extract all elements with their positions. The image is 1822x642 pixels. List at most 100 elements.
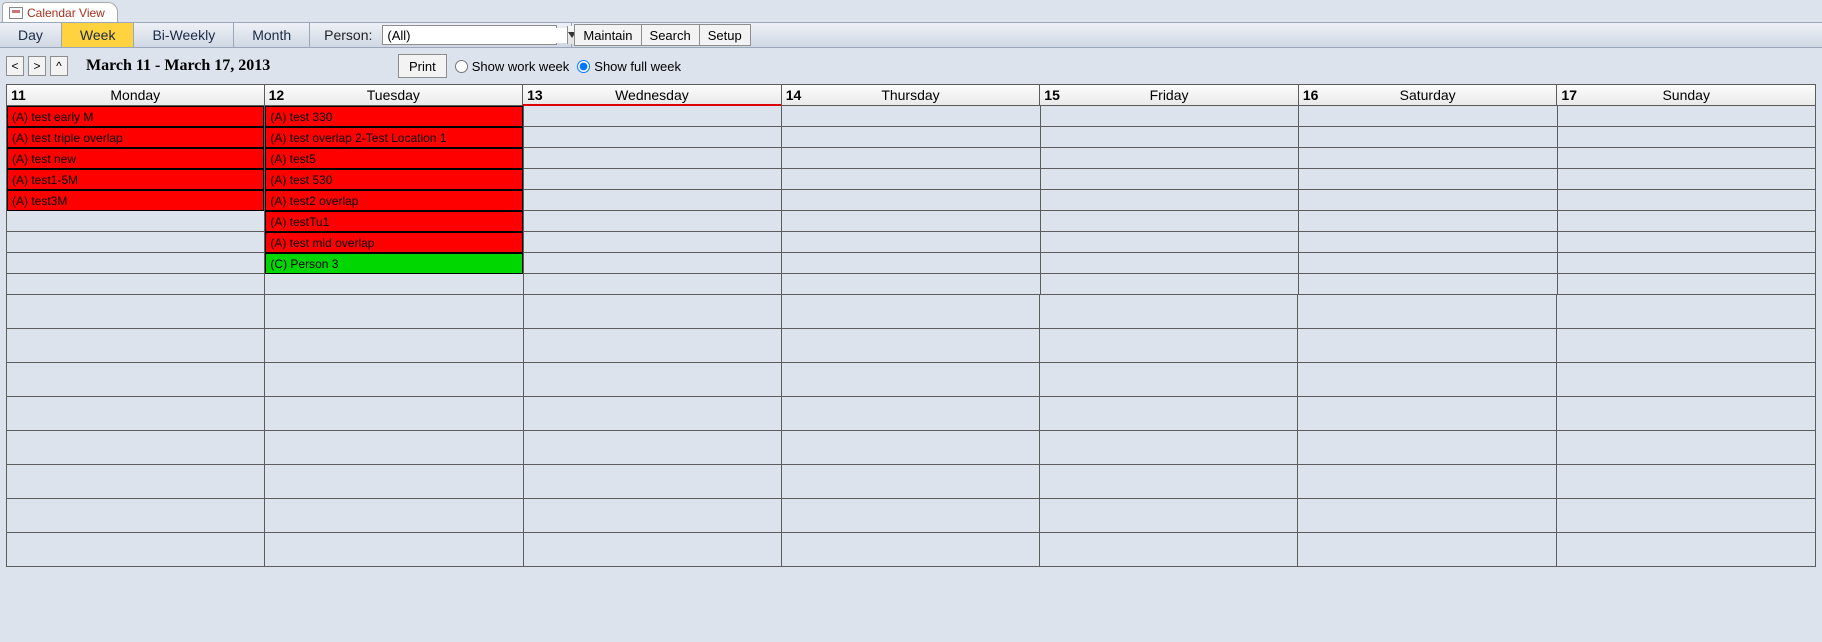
calendar-lower-cell[interactable] (7, 329, 265, 362)
calendar-lower-cell[interactable] (524, 499, 782, 532)
calendar-lower-cell[interactable] (782, 499, 1040, 532)
calendar-slot[interactable] (1299, 106, 1556, 127)
calendar-slot[interactable] (782, 106, 1039, 127)
calendar-lower-cell[interactable] (1298, 397, 1556, 430)
calendar-event[interactable]: (A) test3M (7, 190, 264, 211)
prev-week-button[interactable]: < (6, 56, 24, 76)
calendar-lower-cell[interactable] (1040, 499, 1298, 532)
calendar-slot[interactable] (782, 148, 1039, 169)
calendar-slot[interactable] (524, 190, 781, 211)
calendar-lower-cell[interactable] (1040, 295, 1298, 328)
calendar-event[interactable]: (A) test mid overlap (265, 232, 522, 253)
calendar-slot[interactable] (782, 253, 1039, 274)
calendar-slot[interactable] (7, 232, 264, 253)
calendar-lower-cell[interactable] (7, 295, 265, 328)
work-week-radio[interactable]: Show work week (455, 59, 570, 74)
calendar-slot[interactable] (524, 232, 781, 253)
calendar-lower-cell[interactable] (524, 329, 782, 362)
calendar-lower-cell[interactable] (524, 363, 782, 396)
calendar-slot[interactable] (782, 190, 1039, 211)
calendar-lower-cell[interactable] (1557, 363, 1815, 396)
setup-button[interactable]: Setup (699, 24, 751, 46)
calendar-lower-cell[interactable] (524, 465, 782, 498)
calendar-lower-cell[interactable] (1040, 329, 1298, 362)
day-header-friday[interactable]: 15Friday (1039, 84, 1299, 106)
day-header-wednesday[interactable]: 13Wednesday (522, 84, 782, 106)
calendar-slot[interactable] (1041, 148, 1298, 169)
calendar-slot[interactable] (1299, 169, 1556, 190)
print-button[interactable]: Print (398, 54, 447, 78)
calendar-event[interactable]: (A) test triple overlap (7, 127, 264, 148)
calendar-event[interactable]: (A) test new (7, 148, 264, 169)
calendar-lower-cell[interactable] (1040, 363, 1298, 396)
person-combobox[interactable] (382, 25, 557, 45)
calendar-lower-cell[interactable] (265, 431, 523, 464)
calendar-slot[interactable] (1041, 190, 1298, 211)
calendar-slot[interactable] (7, 211, 264, 232)
document-tab-calendar-view[interactable]: Calendar View (2, 2, 118, 22)
calendar-slot[interactable] (1558, 232, 1815, 253)
calendar-event[interactable]: (A) test overlap 2-Test Location 1 (265, 127, 522, 148)
calendar-lower-cell[interactable] (1557, 533, 1815, 566)
calendar-lower-cell[interactable] (782, 431, 1040, 464)
calendar-event[interactable]: (A) testTu1 (265, 211, 522, 232)
calendar-lower-cell[interactable] (782, 465, 1040, 498)
calendar-lower-cell[interactable] (7, 499, 265, 532)
view-month-button[interactable]: Month (234, 23, 310, 47)
calendar-lower-cell[interactable] (1557, 295, 1815, 328)
calendar-lower-cell[interactable] (1557, 431, 1815, 464)
day-header-monday[interactable]: 11Monday (6, 84, 265, 106)
calendar-slot[interactable] (524, 106, 781, 127)
calendar-lower-cell[interactable] (265, 397, 523, 430)
full-week-radio-input[interactable] (577, 60, 590, 73)
calendar-event[interactable]: (C) Person 3 (265, 253, 522, 274)
calendar-slot[interactable] (1558, 169, 1815, 190)
calendar-event[interactable]: (A) test early M (7, 106, 264, 127)
calendar-slot[interactable] (524, 127, 781, 148)
maintain-button[interactable]: Maintain (574, 24, 641, 46)
calendar-lower-cell[interactable] (524, 533, 782, 566)
calendar-lower-cell[interactable] (265, 533, 523, 566)
day-header-tuesday[interactable]: 12Tuesday (264, 84, 524, 106)
calendar-event[interactable]: (A) test1-5M (7, 169, 264, 190)
calendar-slot[interactable] (1558, 274, 1815, 295)
calendar-lower-cell[interactable] (782, 295, 1040, 328)
calendar-event[interactable]: (A) test 330 (265, 106, 522, 127)
calendar-slot[interactable] (1299, 274, 1556, 295)
calendar-slot[interactable] (1299, 253, 1556, 274)
calendar-slot[interactable] (1041, 106, 1298, 127)
calendar-slot[interactable] (524, 148, 781, 169)
calendar-lower-cell[interactable] (782, 363, 1040, 396)
calendar-lower-cell[interactable] (265, 329, 523, 362)
calendar-lower-cell[interactable] (1557, 465, 1815, 498)
day-header-saturday[interactable]: 16Saturday (1298, 84, 1558, 106)
calendar-slot[interactable] (524, 274, 781, 295)
calendar-slot[interactable] (1558, 106, 1815, 127)
calendar-lower-cell[interactable] (1557, 499, 1815, 532)
calendar-lower-cell[interactable] (782, 397, 1040, 430)
view-week-button[interactable]: Week (62, 23, 135, 47)
calendar-slot[interactable] (524, 169, 781, 190)
calendar-slot[interactable] (1041, 232, 1298, 253)
calendar-slot[interactable] (1041, 253, 1298, 274)
calendar-slot[interactable] (1041, 127, 1298, 148)
calendar-lower-cell[interactable] (265, 499, 523, 532)
up-button[interactable]: ^ (50, 56, 68, 76)
calendar-slot[interactable] (782, 211, 1039, 232)
calendar-lower-cell[interactable] (782, 533, 1040, 566)
calendar-lower-cell[interactable] (7, 465, 265, 498)
calendar-lower-cell[interactable] (1040, 533, 1298, 566)
calendar-lower-cell[interactable] (1298, 295, 1556, 328)
calendar-lower-cell[interactable] (1298, 465, 1556, 498)
person-input[interactable] (383, 28, 567, 43)
calendar-lower-cell[interactable] (265, 465, 523, 498)
calendar-lower-cell[interactable] (524, 295, 782, 328)
calendar-slot[interactable] (1299, 127, 1556, 148)
work-week-radio-input[interactable] (455, 60, 468, 73)
calendar-lower-cell[interactable] (265, 295, 523, 328)
calendar-slot[interactable] (524, 253, 781, 274)
day-header-thursday[interactable]: 14Thursday (781, 84, 1041, 106)
calendar-lower-cell[interactable] (524, 397, 782, 430)
calendar-slot[interactable] (782, 274, 1039, 295)
calendar-slot[interactable] (265, 274, 522, 295)
